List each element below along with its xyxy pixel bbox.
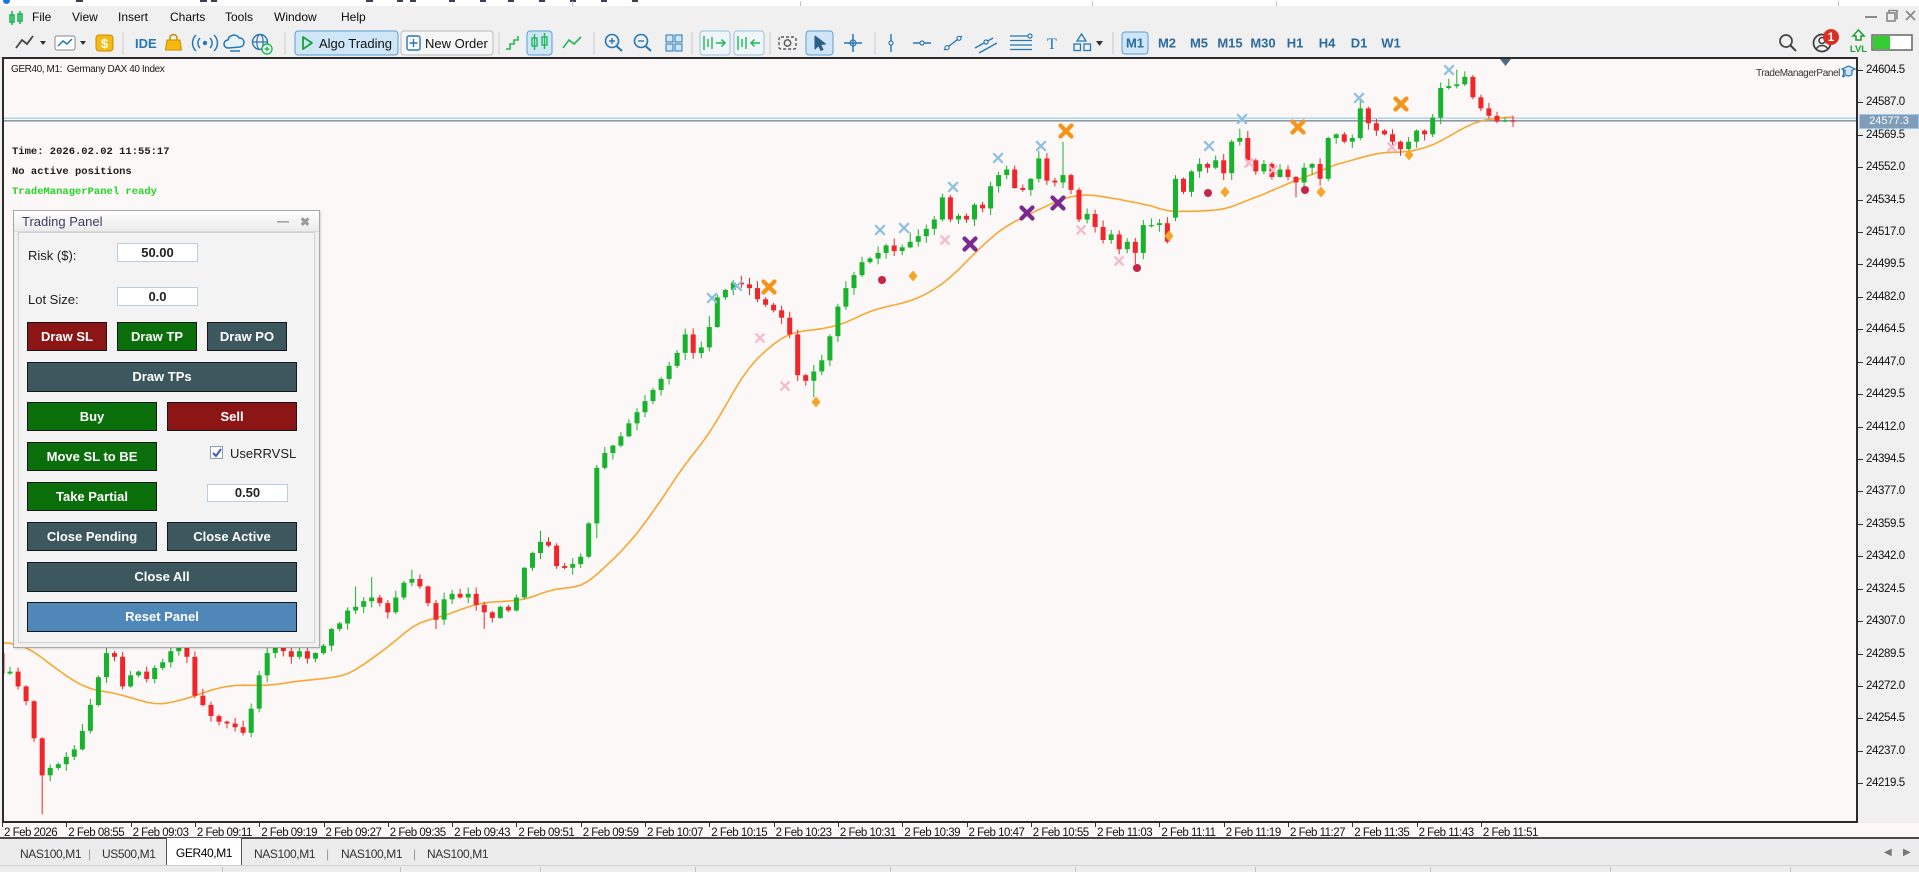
svg-text:D1: D1 <box>1351 36 1368 51</box>
svg-text:H4: H4 <box>1319 36 1336 51</box>
svg-text:$: $ <box>101 36 109 51</box>
svg-text:1: 1 <box>1828 32 1835 44</box>
svg-text:M5: M5 <box>1190 36 1208 51</box>
svg-text:W1: W1 <box>1381 36 1401 51</box>
svg-text:LVL: LVL <box>1850 44 1867 55</box>
svg-text:IDE: IDE <box>135 36 157 51</box>
svg-text:T: T <box>1047 36 1057 53</box>
svg-text:H1: H1 <box>1287 36 1304 51</box>
svg-text:Algo Trading: Algo Trading <box>319 36 392 51</box>
svg-text:New Order: New Order <box>425 36 489 51</box>
svg-text:M30: M30 <box>1250 36 1275 51</box>
svg-text:M2: M2 <box>1158 36 1176 51</box>
svg-text:M1: M1 <box>1126 36 1144 51</box>
svg-text:M15: M15 <box>1217 36 1242 51</box>
